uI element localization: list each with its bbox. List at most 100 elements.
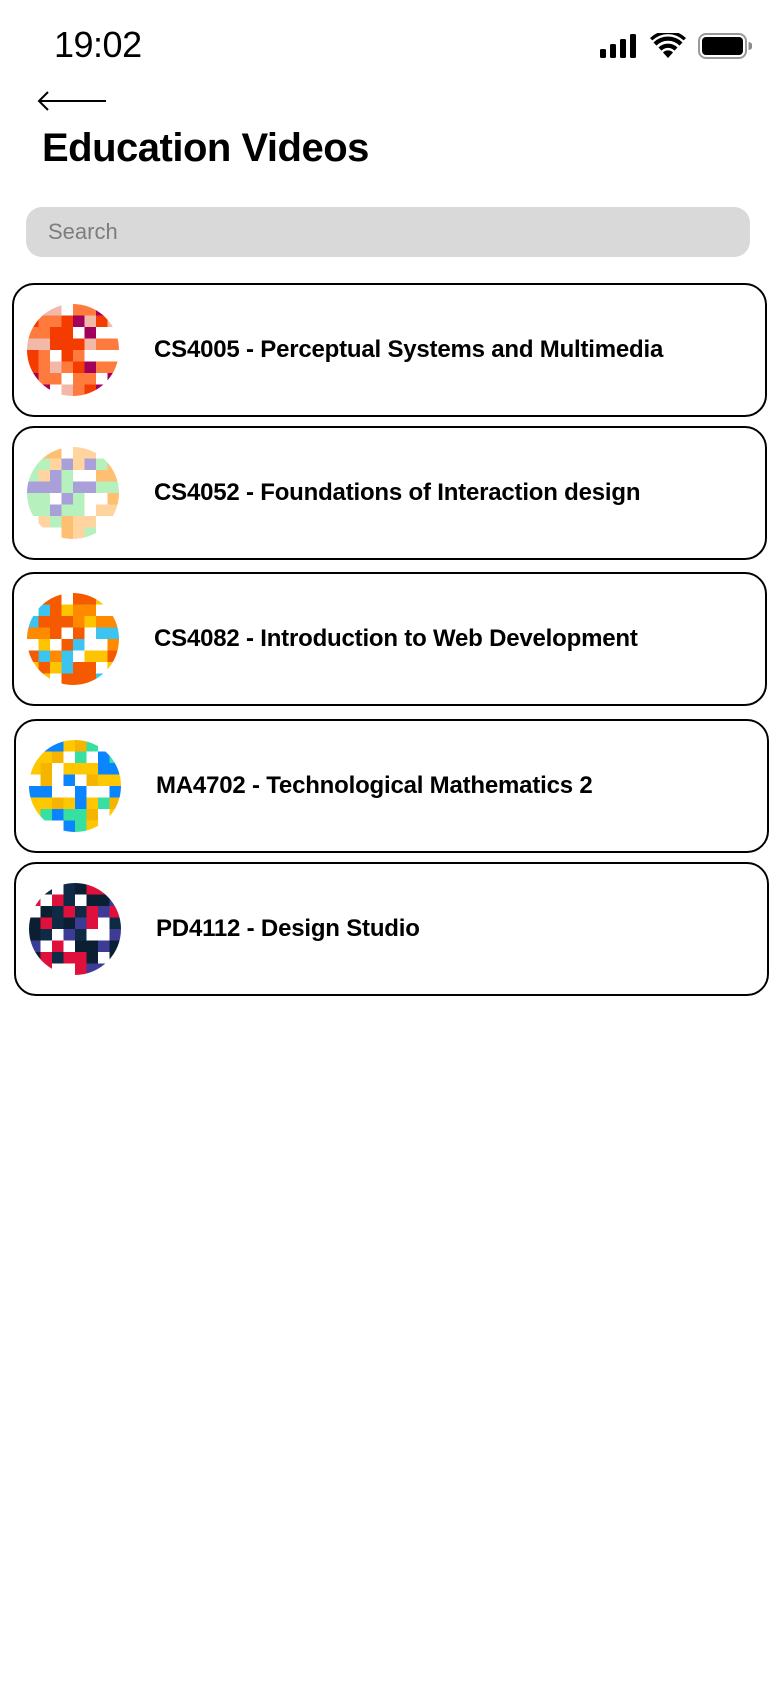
course-card[interactable]: MA4702 - Technological Mathematics 2 xyxy=(14,719,769,853)
mosaic-tile xyxy=(109,906,121,918)
mosaic-tile xyxy=(75,809,87,821)
mosaic-tile xyxy=(109,952,121,964)
course-card[interactable]: CS4082 - Introduction to Web Development xyxy=(12,572,767,706)
mosaic-tile xyxy=(109,894,121,907)
mosaic-tile xyxy=(50,627,62,640)
mosaic-tile xyxy=(75,774,87,787)
mosaic-tile xyxy=(98,774,110,787)
mosaic-tile xyxy=(38,361,51,374)
mosaic-tile xyxy=(27,315,39,328)
mosaic-tile xyxy=(50,639,62,651)
mosaic-tile xyxy=(63,883,76,895)
mosaic-tile xyxy=(73,458,85,471)
mosaic-tile xyxy=(61,650,74,663)
mosaic-tile xyxy=(63,763,76,775)
mosaic-tile xyxy=(61,373,74,385)
mosaic-tile xyxy=(50,516,62,528)
mosaic-tile xyxy=(86,740,99,752)
mosaic-tile xyxy=(38,527,51,539)
mosaic-tile xyxy=(61,627,74,640)
mosaic-tile xyxy=(52,786,64,798)
search-input[interactable] xyxy=(26,207,750,257)
mosaic-tile xyxy=(109,751,121,764)
mosaic-tile xyxy=(29,809,41,821)
mosaic-tile xyxy=(86,774,99,787)
mosaic-tile xyxy=(86,929,99,941)
mosaic-tile xyxy=(84,673,97,685)
mosaic-tile xyxy=(86,751,99,764)
course-thumbnail xyxy=(27,447,119,539)
mosaic-tile xyxy=(27,373,39,385)
mosaic-tile xyxy=(50,315,62,328)
mosaic-tile xyxy=(75,797,87,810)
mosaic-tile xyxy=(96,650,108,663)
mosaic-tile xyxy=(38,458,51,471)
mosaic-tile xyxy=(98,906,110,918)
mosaic-tile xyxy=(50,373,62,385)
mosaic-tile xyxy=(38,616,51,628)
mosaic-tile xyxy=(73,481,85,494)
mosaic-tile xyxy=(73,447,85,459)
mosaic-tile xyxy=(107,527,119,539)
mosaic-tile xyxy=(109,763,121,775)
mosaic-tile xyxy=(27,304,39,316)
mosaic-tile xyxy=(84,627,97,640)
course-title: PD4112 - Design Studio xyxy=(156,915,420,942)
mosaic-tile xyxy=(73,627,85,640)
mosaic-tile xyxy=(84,458,97,471)
mosaic-tile xyxy=(50,338,62,351)
mosaic-tile xyxy=(86,820,99,832)
mosaic-tile xyxy=(38,350,51,362)
mosaic-tile xyxy=(73,650,85,663)
mosaic-tile xyxy=(52,820,64,832)
mosaic-tile xyxy=(38,373,51,385)
mosaic-tile xyxy=(29,740,41,752)
back-arrow-icon[interactable] xyxy=(34,84,110,118)
mosaic-tile xyxy=(73,350,85,362)
mosaic-tile xyxy=(63,820,76,832)
mosaic-tile xyxy=(63,774,76,787)
mosaic-tile xyxy=(40,820,53,832)
mosaic-tile xyxy=(107,304,119,316)
mosaic-tile xyxy=(84,470,97,482)
mosaic-tile xyxy=(29,894,41,907)
mosaic-tile xyxy=(96,673,108,685)
mosaic-tile xyxy=(27,662,39,674)
mosaic-tile xyxy=(96,527,108,539)
mosaic-tile xyxy=(75,963,87,975)
mosaic-tile xyxy=(86,940,99,953)
mosaic-tile xyxy=(96,361,108,374)
mosaic-tile xyxy=(63,809,76,821)
mosaic-tile xyxy=(38,481,51,494)
mosaic-tile xyxy=(109,774,121,787)
wifi-icon xyxy=(650,33,686,58)
mosaic-tile xyxy=(73,327,85,339)
mosaic-tile xyxy=(96,315,108,328)
mosaic-tile xyxy=(61,493,74,505)
mosaic-tile xyxy=(52,940,64,953)
mosaic-tile xyxy=(61,593,74,605)
mosaic-tile xyxy=(52,929,64,941)
mosaic-tile xyxy=(52,906,64,918)
mosaic-tile xyxy=(50,593,62,605)
mosaic-tile xyxy=(38,447,51,459)
course-title: CS4005 - Perceptual Systems and Multimed… xyxy=(154,336,664,363)
mosaic-tile xyxy=(98,763,110,775)
mosaic-tile xyxy=(86,917,99,930)
status-icons xyxy=(600,33,752,59)
mosaic-tile xyxy=(84,350,97,362)
mosaic-tile xyxy=(50,650,62,663)
course-card[interactable]: CS4052 - Foundations of Interaction desi… xyxy=(12,426,767,560)
mosaic-tile xyxy=(96,504,108,517)
mosaic-tile xyxy=(84,338,97,351)
mosaic-tile xyxy=(40,786,53,798)
mosaic-tile xyxy=(107,338,119,351)
mosaic-tile xyxy=(96,616,108,628)
mosaic-tile xyxy=(84,616,97,628)
mosaic-tile xyxy=(107,373,119,385)
battery-icon xyxy=(698,33,752,59)
course-card[interactable]: PD4112 - Design Studio xyxy=(14,862,769,996)
mosaic-tile xyxy=(109,740,121,752)
course-card[interactable]: CS4005 - Perceptual Systems and Multimed… xyxy=(12,283,767,417)
mosaic-tile xyxy=(109,963,121,975)
